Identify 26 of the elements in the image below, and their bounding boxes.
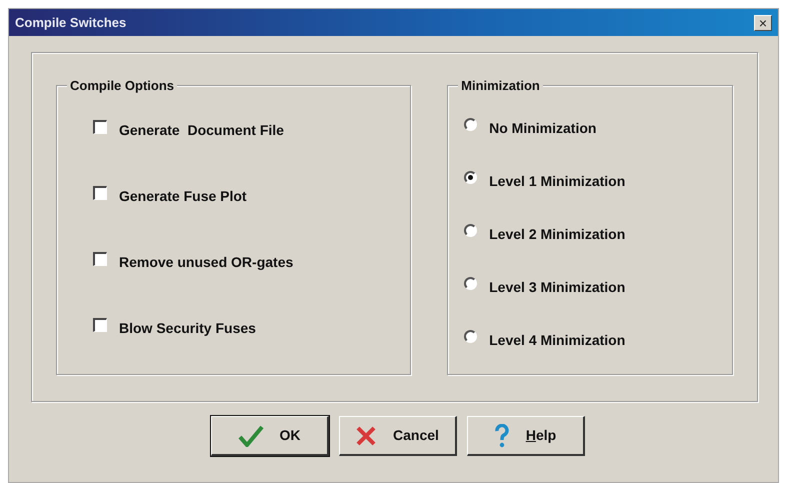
radio-button[interactable] [464, 277, 478, 290]
window-title: Compile Switches [15, 14, 126, 32]
checkbox-label: Generate Fuse Plot [119, 187, 247, 206]
dialog-button[interactable]: OK [210, 416, 328, 456]
radio-button[interactable] [464, 171, 478, 184]
radio-button[interactable] [464, 330, 478, 343]
dialog-button[interactable]: Help [466, 416, 584, 456]
x-icon [355, 424, 378, 446]
close-button[interactable]: × [754, 14, 772, 30]
check-icon [238, 424, 264, 446]
radio-label: Level 1 Minimization [489, 172, 626, 191]
dialog-button[interactable]: Cancel [338, 416, 456, 456]
radio-label: Level 3 Minimization [489, 278, 626, 297]
question-mark-icon [494, 424, 510, 448]
checkbox-label: Remove unused OR-gates [119, 253, 294, 272]
radio-button[interactable] [464, 118, 478, 131]
checkbox-label: Blow Security Fuses [119, 319, 256, 338]
checkbox[interactable] [93, 252, 107, 266]
checkbox-label: Generate Document File [119, 121, 284, 140]
checkbox[interactable] [93, 318, 107, 332]
checkbox[interactable] [93, 120, 107, 134]
radio-button[interactable] [464, 224, 478, 237]
radio-label: No Minimization [489, 119, 596, 138]
checkbox[interactable] [93, 186, 107, 200]
radio-label: Level 2 Minimization [489, 225, 626, 244]
radio-label: Level 4 Minimization [489, 331, 626, 350]
